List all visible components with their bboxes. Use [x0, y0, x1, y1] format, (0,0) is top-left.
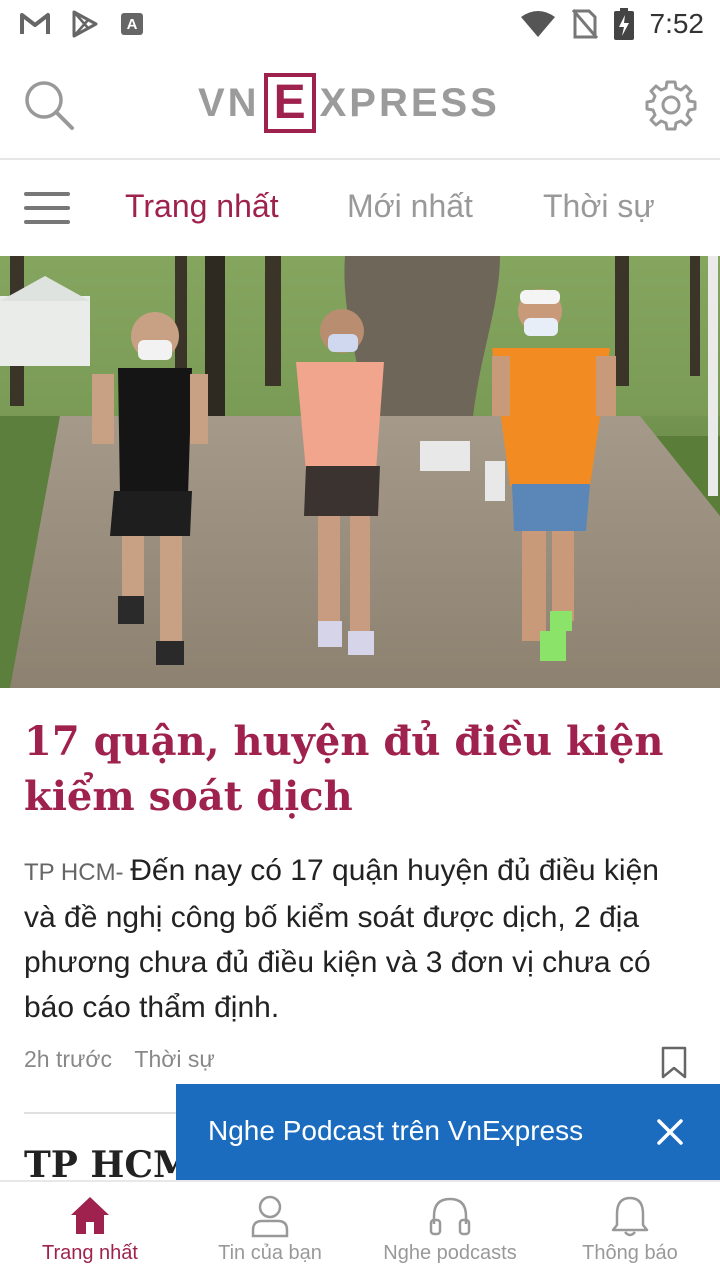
- close-icon: [657, 1119, 683, 1145]
- podcast-toast[interactable]: Nghe Podcast trên VnExpress: [176, 1084, 720, 1197]
- nav-trang-nhat[interactable]: Trang nhất: [0, 1182, 180, 1280]
- gear-icon: [645, 80, 697, 131]
- article-location: TP HCM-: [24, 859, 131, 886]
- logo-text-left: VN: [198, 80, 260, 125]
- article-meta: 2h trước Thời sự: [24, 1046, 215, 1073]
- article-time: 2h trước: [24, 1046, 113, 1072]
- joggers-photo: [0, 256, 720, 688]
- settings-button[interactable]: [644, 78, 698, 132]
- category-tabs: Trang nhất Mới nhất Thời sự: [0, 162, 720, 256]
- close-button[interactable]: [654, 1116, 686, 1148]
- bookmark-icon: [661, 1046, 687, 1079]
- accessibility-icon: A: [121, 13, 143, 35]
- hamburger-icon-line: [24, 206, 70, 210]
- status-bar-system: 7:52: [520, 8, 705, 40]
- app-header: VN E XPRESS: [0, 50, 720, 160]
- status-time: 7:52: [649, 8, 705, 39]
- user-icon: [251, 1195, 289, 1238]
- hamburger-icon-line: [24, 192, 70, 196]
- vnexpress-logo[interactable]: VN E XPRESS: [198, 70, 528, 136]
- nav-nghe-podcasts[interactable]: Nghe podcasts: [360, 1182, 540, 1280]
- home-icon: [71, 1197, 109, 1234]
- bell-icon: [611, 1196, 649, 1237]
- nav-tin-cua-ban[interactable]: Tin của bạn: [180, 1182, 360, 1280]
- nav-thong-bao[interactable]: Thông báo: [540, 1182, 720, 1280]
- article-title[interactable]: 17 quận, huyện đủ điều kiện kiểm soát dị…: [24, 714, 696, 824]
- bottom-nav: Trang nhất Tin của bạn Nghe podcasts Thô…: [0, 1180, 720, 1280]
- tab-moi-nhat[interactable]: Mới nhất: [347, 188, 473, 225]
- article-category[interactable]: Thời sự: [134, 1046, 214, 1072]
- wifi-icon: [520, 11, 555, 37]
- svg-text:A: A: [127, 16, 138, 33]
- nav-label: Tin của bạn: [218, 1242, 322, 1264]
- battery-charging-icon: [613, 8, 634, 40]
- tab-trang-nhat[interactable]: Trang nhất: [125, 188, 279, 225]
- gmail-icon: [20, 13, 50, 34]
- bookmark-button[interactable]: [660, 1046, 688, 1080]
- nav-label: Nghe podcasts: [383, 1242, 517, 1264]
- tab-thoi-su[interactable]: Thời sự: [543, 188, 655, 225]
- search-button[interactable]: [22, 78, 76, 132]
- nav-label: Trang nhất: [42, 1242, 138, 1264]
- logo-e-mark: E: [263, 73, 316, 133]
- article-hero-image[interactable]: [0, 256, 720, 688]
- play-store-icon: [72, 10, 98, 38]
- status-bar-notifications: A: [20, 10, 144, 38]
- article-lead[interactable]: TP HCM- Đến nay có 17 quận huyện đủ điều…: [24, 848, 696, 1030]
- menu-button[interactable]: [24, 192, 70, 226]
- no-sim-icon: [571, 9, 598, 39]
- logo-text-right: XPRESS: [319, 80, 500, 125]
- hamburger-icon-line: [24, 220, 70, 224]
- podcast-toast-text[interactable]: Nghe Podcast trên VnExpress: [208, 1115, 583, 1147]
- search-icon: [25, 81, 74, 130]
- status-bar: A 7:52: [0, 0, 720, 50]
- nav-label: Thông báo: [582, 1242, 678, 1264]
- headphones-icon: [429, 1197, 471, 1236]
